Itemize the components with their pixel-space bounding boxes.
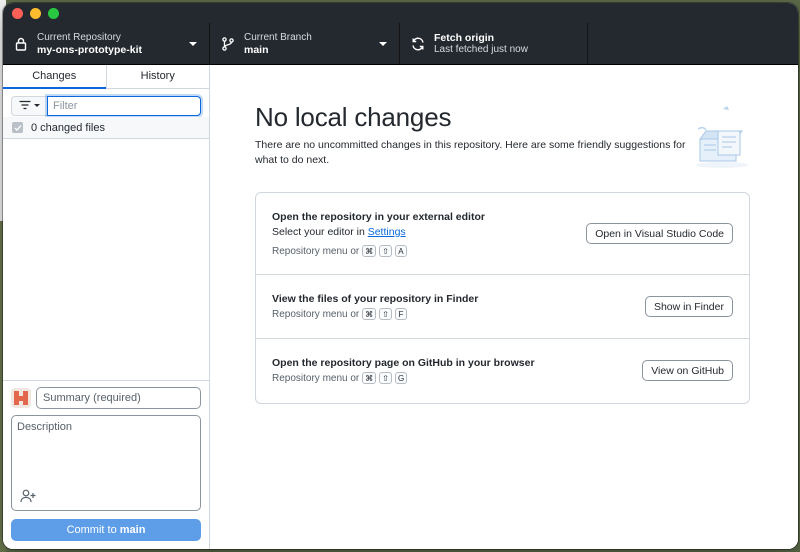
changed-files-header: 0 changed files — [3, 117, 209, 139]
app-window: Current Repository my-ons-prototype-kit … — [3, 3, 798, 549]
command-key-icon: ⌘ — [362, 308, 377, 320]
suggestion-card-github: Open the repository page on GitHub in yo… — [256, 339, 749, 403]
card-shortcut-hint: Repository menu or ⌘ ⇧ A — [272, 245, 407, 257]
suggestion-card-editor: Open the repository in your external edi… — [256, 193, 749, 275]
shift-key-icon: ⇧ — [379, 245, 392, 257]
close-window-button[interactable] — [12, 8, 23, 19]
show-in-finder-button[interactable]: Show in Finder — [644, 296, 733, 317]
sidebar: Changes History 0 changed files — [3, 65, 210, 549]
lock-icon — [13, 36, 29, 52]
commit-branch: main — [119, 524, 146, 536]
description-input[interactable] — [12, 416, 200, 486]
command-key-icon: ⌘ — [362, 245, 377, 257]
select-all-checkbox[interactable] — [12, 122, 23, 133]
avatar — [11, 388, 31, 408]
empty-state-illustration — [688, 105, 752, 171]
commit-button[interactable]: Commit to main — [11, 519, 201, 541]
title-bar — [3, 3, 798, 23]
zoom-window-button[interactable] — [48, 8, 59, 19]
settings-link[interactable]: Settings — [368, 226, 406, 238]
card-shortcut-hint: Repository menu or ⌘ ⇧ F — [272, 308, 407, 320]
chevron-down-icon — [189, 42, 197, 46]
sidebar-tabs: Changes History — [3, 65, 209, 89]
shortcut-key: F — [394, 308, 407, 320]
open-in-editor-button[interactable]: Open in Visual Studio Code — [586, 223, 733, 244]
filter-input[interactable] — [47, 95, 201, 116]
current-repository-button[interactable]: Current Repository my-ons-prototype-kit — [3, 23, 210, 64]
branch-name: main — [244, 43, 269, 56]
filter-icon — [19, 97, 31, 115]
page-title: No local changes — [255, 102, 452, 132]
filter-options-button[interactable] — [11, 95, 48, 116]
main-content: No local changes There are no uncommitte… — [210, 65, 798, 549]
fetch-label: Fetch origin — [434, 31, 495, 44]
card-title: Open the repository page on GitHub in yo… — [272, 357, 535, 369]
fetch-origin-button[interactable]: Fetch origin Last fetched just now — [400, 23, 588, 64]
card-subtitle: Select your editor in Settings — [272, 226, 406, 238]
sync-icon — [410, 36, 426, 52]
repository-label: Current Repository — [37, 31, 121, 43]
shift-key-icon: ⇧ — [379, 372, 392, 384]
tab-changes[interactable]: Changes — [3, 65, 106, 89]
fetch-status: Last fetched just now — [434, 43, 528, 55]
card-title: Open the repository in your external edi… — [272, 211, 485, 223]
suggestion-card-finder: View the files of your repository in Fin… — [256, 275, 749, 339]
page-description: There are no uncommitted changes in this… — [255, 139, 686, 166]
changes-list — [3, 139, 209, 380]
person-add-icon[interactable] — [20, 489, 36, 503]
minimize-window-button[interactable] — [30, 8, 41, 19]
view-on-github-button[interactable]: View on GitHub — [642, 360, 733, 381]
git-branch-icon — [220, 36, 236, 52]
suggestions-list: Open the repository in your external edi… — [255, 192, 750, 404]
changed-files-count: 0 changed files — [31, 121, 105, 134]
description-box — [11, 415, 201, 511]
shift-key-icon: ⇧ — [379, 308, 392, 320]
tab-history[interactable]: History — [105, 65, 210, 88]
command-key-icon: ⌘ — [362, 372, 377, 384]
chevron-down-icon — [379, 42, 387, 46]
toolbar: Current Repository my-ons-prototype-kit … — [3, 23, 798, 65]
chevron-down-icon — [34, 104, 40, 107]
repository-name: my-ons-prototype-kit — [37, 43, 142, 56]
summary-input[interactable] — [36, 387, 201, 409]
card-shortcut-hint: Repository menu or ⌘ ⇧ G — [272, 372, 408, 384]
commit-panel: Commit to main — [3, 380, 209, 549]
current-branch-button[interactable]: Current Branch main — [210, 23, 400, 64]
card-title: View the files of your repository in Fin… — [272, 293, 479, 305]
branch-label: Current Branch — [244, 31, 312, 43]
commit-label: Commit to — [66, 524, 120, 536]
shortcut-key: G — [394, 372, 408, 384]
filter-row — [3, 89, 209, 117]
shortcut-key: A — [394, 245, 407, 257]
